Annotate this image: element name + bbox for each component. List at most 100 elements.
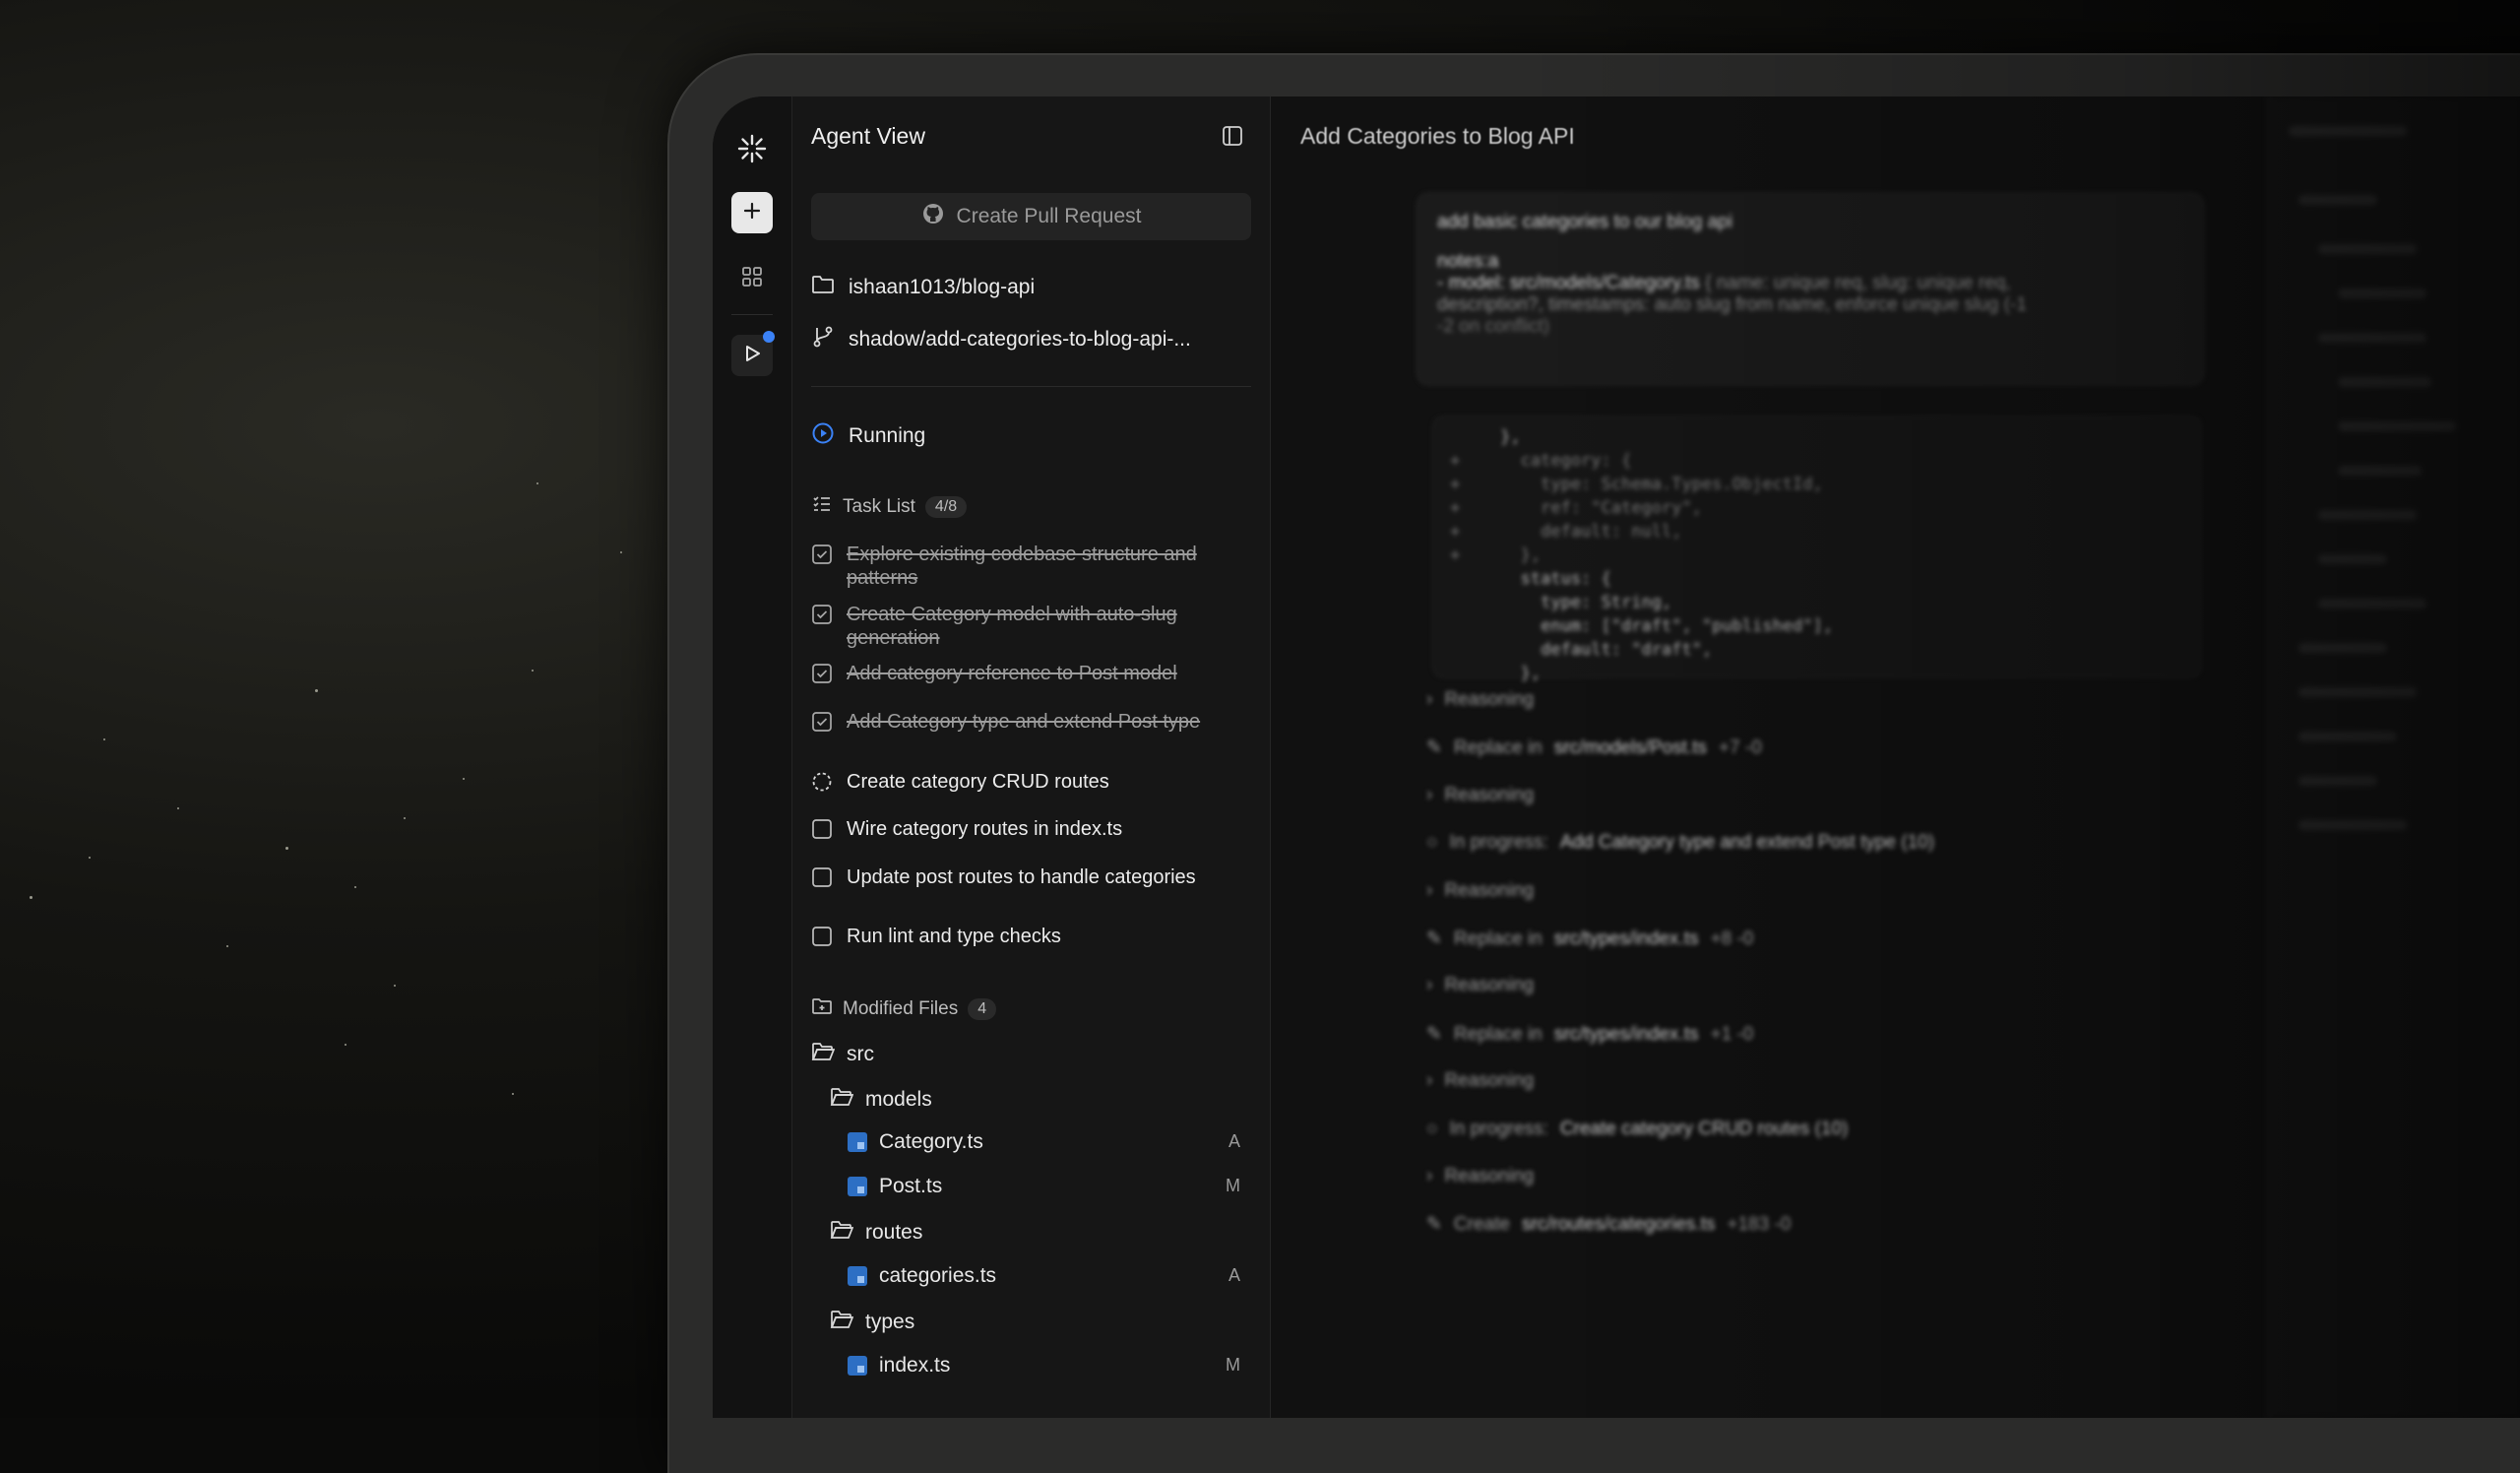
pencil-icon: ✎ (1426, 1024, 1442, 1045)
chevron-right-icon: › (1426, 975, 1433, 995)
tree-folder-types[interactable]: types (830, 1309, 914, 1336)
code-line: enum: ["draft", "published"], (1450, 616, 1833, 636)
create-pull-request-button[interactable]: Create Pull Request (811, 193, 1251, 240)
repo-name: ishaan1013/blog-api (849, 276, 1036, 298)
pencil-icon: ✎ (1426, 737, 1442, 758)
sidebar-title: Agent View (811, 123, 925, 149)
message-line: -2 on conflict) (1437, 316, 1550, 337)
create-pull-request-label: Create Pull Request (956, 205, 1142, 227)
git-branch-icon (811, 325, 835, 354)
task-label: Wire category routes in index.ts (847, 818, 1123, 840)
code-line: status: { (1450, 569, 1611, 589)
task-item: Create Category model with auto-slug gen… (811, 603, 1244, 650)
reasoning-row[interactable]: › Reasoning (1426, 1166, 1534, 1187)
checked-box-icon (811, 544, 833, 565)
progress-row: ○ In progress: Add Category type and ext… (1426, 832, 1935, 853)
typescript-file-icon (848, 1266, 867, 1286)
grid-view-button[interactable] (731, 258, 773, 299)
reasoning-row[interactable]: › Reasoning (1426, 689, 1534, 711)
tree-folder-routes[interactable]: routes (830, 1219, 922, 1247)
task-title: Add Categories to Blog API (1300, 123, 1575, 149)
new-task-button[interactable] (731, 192, 773, 233)
task-item: Wire category routes in index.ts (811, 817, 1244, 841)
tool-call-row[interactable]: ✎ Replace in src/models/Post.ts +7 -0 (1426, 736, 1762, 759)
play-icon (741, 343, 763, 369)
run-status: Running (811, 421, 925, 451)
task-label: Create Category model with auto-slug gen… (847, 604, 1177, 649)
pencil-icon: ✎ (1426, 929, 1442, 949)
file-status-badge: A (1228, 1131, 1240, 1151)
task-item: Add category reference to Post model (811, 662, 1244, 685)
list-checks-icon (811, 493, 833, 521)
agent-sidebar: Agent View Create Pull Request ishaan101… (792, 96, 1271, 1418)
code-line: type: String, (1450, 593, 1672, 612)
app-window: Agent View Create Pull Request ishaan101… (713, 96, 2520, 1418)
typescript-file-icon (848, 1132, 867, 1152)
code-line: default: "draft", (1450, 640, 1713, 660)
code-line: + type: Schema.Types.ObjectId, (1450, 475, 1823, 494)
reasoning-row[interactable]: › Reasoning (1426, 975, 1534, 996)
chevron-right-icon: › (1426, 880, 1433, 901)
code-diff: }, + category: { + type: Schema.Types.Ob… (1433, 416, 2201, 683)
folder-label: src (847, 1043, 874, 1065)
tool-call-row[interactable]: ✎ Replace in src/types/index.ts +8 -0 (1426, 928, 1753, 950)
chevron-right-icon: › (1426, 785, 1433, 805)
message-line: description?, timestamps: auto slug from… (1437, 294, 2027, 315)
code-line: + ref: "Category", (1450, 498, 1702, 518)
chevron-right-icon: › (1426, 1166, 1433, 1186)
tree-file-categories[interactable]: categories.ts (848, 1264, 996, 1288)
task-item: Explore existing codebase structure and … (811, 543, 1244, 590)
branch-name: shadow/add-categories-to-blog-api-... (849, 328, 1191, 351)
typescript-file-icon (848, 1177, 867, 1196)
task-label: Add category reference to Post model (847, 663, 1177, 684)
run-status-label: Running (849, 424, 926, 447)
circle-icon: ○ (1426, 832, 1438, 853)
task-list-count: 4/8 (924, 496, 968, 518)
right-file-panel (2268, 96, 2520, 1418)
unchecked-box-icon (811, 866, 833, 888)
task-item: Create category CRUD routes (811, 770, 1244, 794)
code-line: + }, (1450, 545, 1542, 565)
typescript-file-icon (848, 1356, 867, 1376)
file-status-badge: M (1226, 1176, 1240, 1195)
tree-folder-models[interactable]: models (830, 1086, 932, 1114)
task-label: Run lint and type checks (847, 926, 1061, 947)
sidebar-toggle-icon[interactable] (1221, 124, 1244, 153)
file-diff-icon (811, 995, 833, 1023)
tool-call-row[interactable]: ✎ Create src/routes/categories.ts +183 -… (1426, 1213, 1791, 1236)
task-item: Add Category type and extend Post type (811, 710, 1244, 734)
running-status-icon (811, 421, 835, 451)
file-status-badge: M (1226, 1355, 1240, 1375)
folder-label: routes (865, 1221, 923, 1244)
tree-file-index[interactable]: index.ts (848, 1354, 950, 1377)
message-line: add basic categories to our blog api (1437, 212, 1732, 232)
folder-open-icon (830, 1219, 854, 1247)
tree-folder-src[interactable]: src (811, 1041, 874, 1068)
folder-open-icon (830, 1086, 854, 1114)
modified-files-header: Modified Files 4 (811, 995, 997, 1023)
user-message: add basic categories to our blog api not… (1417, 193, 2204, 385)
repo-link[interactable]: ishaan1013/blog-api (811, 274, 1035, 301)
reasoning-row[interactable]: › Reasoning (1426, 880, 1534, 902)
task-item: Run lint and type checks (811, 925, 1244, 948)
task-label: Create category CRUD routes (847, 771, 1109, 793)
file-status-badge: A (1228, 1265, 1240, 1285)
tree-file-post[interactable]: Post.ts (848, 1175, 942, 1198)
branch-link[interactable]: shadow/add-categories-to-blog-api-... (811, 325, 1191, 354)
checked-box-icon (811, 711, 833, 733)
tool-call-row[interactable]: ✎ Replace in src/types/index.ts +1 -0 (1426, 1023, 1753, 1046)
reasoning-row[interactable]: › Reasoning (1426, 785, 1534, 806)
unchecked-box-icon (811, 818, 833, 840)
code-line: + category: { (1450, 451, 1632, 471)
task-label: Explore existing codebase structure and … (847, 544, 1197, 589)
agent-run-button[interactable] (731, 331, 775, 376)
task-label: Update post routes to handle categories (847, 866, 1196, 888)
notification-dot (763, 331, 775, 343)
grid-icon (741, 266, 763, 292)
github-icon (921, 202, 945, 231)
rail-divider (731, 314, 773, 315)
task-list-header: Task List 4/8 (811, 493, 968, 521)
message-line: - model: src/models/Category.ts { name: … (1437, 273, 2011, 293)
tree-file-category[interactable]: Category.ts (848, 1130, 983, 1154)
reasoning-row[interactable]: › Reasoning (1426, 1070, 1534, 1092)
